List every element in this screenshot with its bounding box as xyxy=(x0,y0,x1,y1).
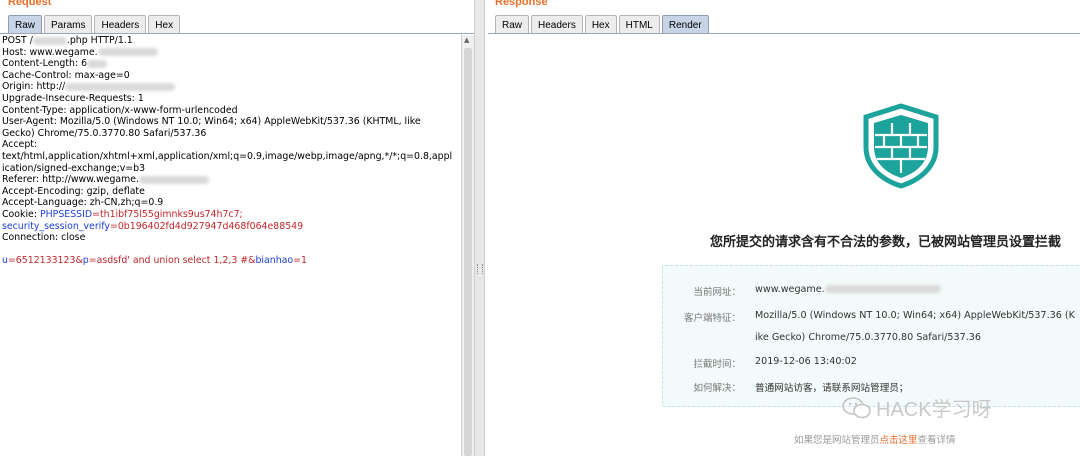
redacted-blur xyxy=(97,48,158,57)
request-line-cookie: security_session_verify=0b196402fd4d9279… xyxy=(0,221,461,233)
body-param-value: =asdsfd' and union select 1,2,3 #& xyxy=(88,255,256,267)
request-body: u=6512133123&p=asdsfd' and union select … xyxy=(0,255,461,267)
request-line: text/html,application/xhtml+xml,applicat… xyxy=(2,150,453,162)
request-tab-divider xyxy=(0,33,474,34)
body-param-value: =1 xyxy=(293,255,307,267)
request-title: Request xyxy=(8,0,52,8)
tab-render[interactable]: Render xyxy=(661,15,709,34)
tab-raw[interactable]: Raw xyxy=(8,15,43,34)
request-line: Cache-Control: max-age=0 xyxy=(2,69,130,81)
request-line: Upgrade-Insecure-Requests: 1 xyxy=(2,92,144,104)
tab-html[interactable]: HTML xyxy=(618,15,660,34)
cookie-value: =0b196402fd4d927947d468f064e88549 xyxy=(109,220,304,232)
request-line: ication/signed-exchange;v=b3 xyxy=(2,162,146,174)
info-value: Mozilla/5.0 (Windows NT 10.0; Win64; x64… xyxy=(755,310,1075,321)
tab-hex[interactable]: Hex xyxy=(584,15,617,34)
redacted-blur xyxy=(139,175,210,184)
wechat-icon xyxy=(842,397,871,419)
request-line: Accept-Language: zh-CN,zh;q=0.9 xyxy=(2,197,164,209)
request-line: Origin: http:// xyxy=(0,81,461,93)
request-line: Accept: xyxy=(2,139,38,151)
pane-splitter[interactable] xyxy=(474,0,485,456)
tab-headers[interactable]: Headers xyxy=(531,15,583,34)
tab-hex[interactable]: Hex xyxy=(148,15,181,34)
info-label: 如何解决： xyxy=(693,383,741,394)
footer-message: 如果您是网站管理员点击这里查看详情 xyxy=(794,435,956,446)
tab-params[interactable]: Params xyxy=(44,15,93,34)
block-info-box: 当前网址： www.wegame. 客户端特征： Mozilla/5.0 (Wi… xyxy=(662,265,1080,407)
request-line: Connection: close xyxy=(2,232,86,244)
request-tabs: Raw Params Headers Hex xyxy=(8,15,182,34)
info-value: 普通网站访客，请联系网站管理员； xyxy=(755,383,909,394)
splitter-grip-icon[interactable] xyxy=(477,264,483,274)
cookie-key: PHPSESSID xyxy=(39,208,93,220)
request-line-blank xyxy=(0,244,461,256)
response-title: Response xyxy=(495,0,548,8)
firewall-shield-icon xyxy=(863,103,939,189)
request-line-cookie: Cookie: PHPSESSID=th1ibf75l55gimnks9us74… xyxy=(2,208,243,220)
body-param-key: bianhao xyxy=(255,255,294,267)
redacted-blur xyxy=(65,82,176,91)
request-line: Referer: http://www.wegame. xyxy=(0,174,461,186)
info-value: www.wegame. xyxy=(755,284,941,295)
request-line: Host: www.wegame. xyxy=(0,47,461,59)
details-link[interactable]: 点击这里 xyxy=(880,435,918,446)
request-line: Gecko) Chrome/75.0.3770.80 Safari/537.36 xyxy=(2,127,207,139)
redacted-blur xyxy=(87,59,108,68)
response-render: 您所提交的请求含有不合法的参数，已被网站管理员设置拦截 当前网址： www.we… xyxy=(490,35,1080,456)
info-label: 拦截时间： xyxy=(693,359,741,370)
request-scrollbar[interactable]: ▲ xyxy=(461,35,474,456)
info-label: 当前网址： xyxy=(693,287,741,298)
info-label: 客户端特征： xyxy=(683,313,741,324)
request-line: Content-Type: application/x-www-form-url… xyxy=(2,104,238,116)
redacted-blur xyxy=(32,36,67,45)
response-tabs: Raw Headers Hex HTML Render xyxy=(495,15,711,34)
request-editor[interactable]: POST / .php HTTP/1.1 Host: www.wegame. Co… xyxy=(0,35,461,456)
scroll-thumb[interactable] xyxy=(464,48,472,456)
info-value: ike Gecko) Chrome/75.0.3770.80 Safari/53… xyxy=(755,332,981,343)
body-param-value: =6512133123& xyxy=(7,255,83,267)
request-line: User-Agent: Mozilla/5.0 (Windows NT 10.0… xyxy=(2,116,421,128)
request-line: POST / .php HTTP/1.1 xyxy=(2,35,133,46)
tab-raw[interactable]: Raw xyxy=(495,15,530,34)
scroll-up-icon[interactable]: ▲ xyxy=(464,36,469,44)
cookie-value: =th1ibf75l55gimnks9us74h7c7; xyxy=(92,208,243,220)
request-line: Accept-Encoding: gzip, deflate xyxy=(2,185,145,197)
redacted-blur xyxy=(824,285,941,293)
info-value: 2019-12-06 13:40:02 xyxy=(755,356,857,367)
request-line: Content-Length: 6 xyxy=(0,58,461,70)
block-message: 您所提交的请求含有不合法的参数，已被网站管理员设置拦截 xyxy=(710,235,1062,250)
watermark-text: HACK学习呀 xyxy=(876,399,992,421)
response-tab-divider xyxy=(488,33,1080,34)
cookie-key: security_session_verify xyxy=(2,220,110,232)
tab-headers[interactable]: Headers xyxy=(94,15,147,34)
